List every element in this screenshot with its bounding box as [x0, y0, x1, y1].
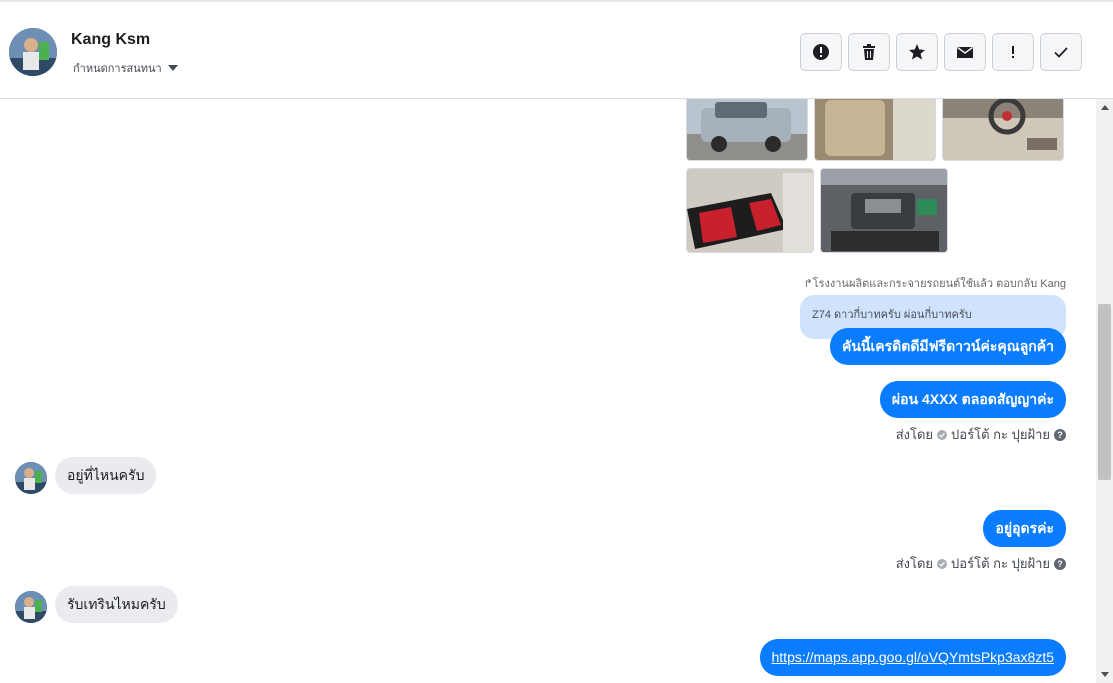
scroll-down-button[interactable]: [1096, 666, 1113, 683]
incoming-message[interactable]: รับเทรินไหมครับ: [55, 586, 178, 623]
outgoing-message[interactable]: ผ่อน 4XXX ตลอดสัญญาค่ะ: [879, 381, 1066, 418]
incoming-message[interactable]: อยู่ที่ไหนครับ: [55, 457, 157, 494]
check-circle-icon: [937, 429, 948, 440]
important-button[interactable]: [992, 33, 1034, 71]
maps-link[interactable]: https://maps.app.goo.gl/oVQYmtsPkp3ax8zt…: [772, 649, 1055, 665]
exclamation-icon: [1012, 46, 1014, 58]
contact-name[interactable]: Kang Ksm: [71, 31, 150, 49]
delete-button[interactable]: [848, 33, 890, 71]
caret-down-icon: [167, 65, 178, 71]
sent-by-name[interactable]: ปอร์โต้ กะ ปุยฝ้าย: [951, 424, 1050, 445]
arrow-up-icon: [1100, 105, 1109, 110]
scrollbar-thumb[interactable]: [1098, 304, 1111, 480]
sent-by-info: ส่งโดย ปอร์โต้ กะ ปุยฝ้าย ?: [896, 553, 1066, 574]
contact-avatar-small[interactable]: [15, 462, 47, 494]
trash-icon: [863, 44, 875, 60]
mark-done-button[interactable]: [1040, 33, 1082, 71]
message-thread: ↱โรงงานผลิตและกระจายรถยนต์ใช้แล้ว ตอบกลั…: [0, 99, 1096, 683]
star-icon: [909, 44, 925, 60]
report-button[interactable]: [800, 33, 842, 71]
help-icon[interactable]: ?: [1054, 428, 1066, 441]
car-photo-seats[interactable]: [686, 168, 814, 253]
header-actions: [800, 33, 1082, 71]
car-photo-exterior[interactable]: [686, 99, 808, 161]
star-button[interactable]: [896, 33, 938, 71]
check-circle-icon: [937, 558, 948, 569]
sent-by-name[interactable]: ปอร์โต้ กะ ปุยฝ้าย: [951, 553, 1050, 574]
outgoing-message-link: https://maps.app.goo.gl/oVQYmtsPkp3ax8zt…: [759, 639, 1066, 676]
sent-by-label: ส่งโดย: [895, 427, 934, 442]
mark-unread-button[interactable]: [944, 33, 986, 71]
outgoing-message[interactable]: อยู่อุดรค่ะ: [983, 510, 1066, 547]
conversation-settings-dropdown[interactable]: กำหนดการสนทนา: [73, 59, 178, 77]
help-icon[interactable]: ?: [1054, 557, 1066, 570]
outgoing-message[interactable]: คันนี้เครดิตดีมีฟรีดาวน์ค่ะคุณลูกค้า: [829, 328, 1066, 365]
conversation-settings-label: กำหนดการสนทนา: [73, 63, 162, 75]
contact-avatar[interactable]: [9, 28, 57, 76]
arrow-down-icon: [1100, 672, 1109, 677]
envelope-icon: [957, 46, 973, 58]
conversation-header: Kang Ksm กำหนดการสนทนา: [0, 2, 1113, 99]
vertical-scrollbar[interactable]: [1096, 99, 1113, 683]
checkmark-icon: [1054, 47, 1068, 58]
sent-by-label: ส่งโดย: [895, 556, 934, 571]
contact-avatar-small[interactable]: [15, 591, 47, 623]
car-photo-dashboard[interactable]: [942, 99, 1064, 161]
scroll-up-button[interactable]: [1096, 99, 1113, 116]
car-photo-interior-rear[interactable]: [814, 99, 936, 161]
reply-context-label: ↱โรงงานผลิตและกระจายรถยนต์ใช้แล้ว ตอบกลั…: [803, 278, 1066, 290]
car-photo-engine[interactable]: [820, 168, 948, 253]
alert-circle-icon: [813, 44, 829, 60]
sent-by-info: ส่งโดย ปอร์โต้ กะ ปุยฝ้าย ?: [896, 424, 1066, 445]
